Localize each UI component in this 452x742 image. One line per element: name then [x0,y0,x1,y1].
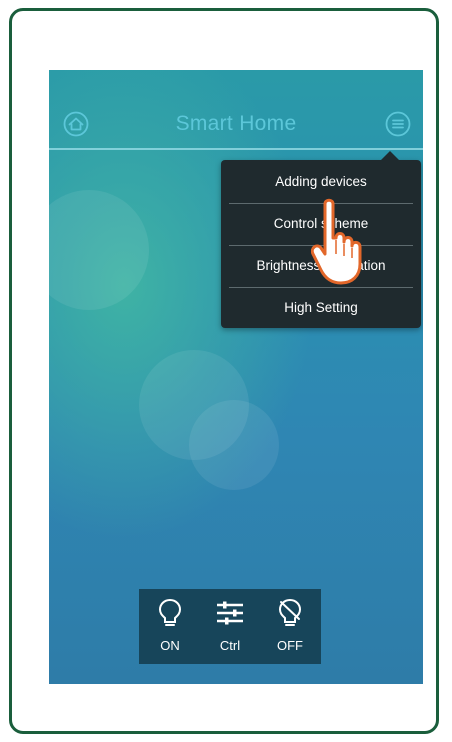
menu-icon[interactable] [385,111,411,137]
bottom-control-bar: ON Ctrl OFF [139,589,321,664]
pointing-hand-icon [311,198,362,285]
bokeh-light [49,190,149,310]
bokeh-light [189,400,279,490]
ctrl-label: Ctrl [219,638,241,653]
on-label: ON [160,638,180,653]
app-title: Smart Home [175,112,297,135]
menu-item-high-setting[interactable]: High Setting [229,288,413,328]
off-button[interactable]: OFF [260,589,320,664]
app-header: Smart Home [49,70,423,150]
ctrl-button[interactable]: Ctrl [200,589,260,664]
menu-item-adding-devices[interactable]: Adding devices [229,162,413,202]
bulb-on-icon [158,598,182,626]
off-label: OFF [277,638,303,653]
phone-screen: Smart Home Adding devices Control scheme… [49,70,423,684]
bulb-off-icon [278,598,302,626]
sliders-icon [217,601,243,625]
on-button[interactable]: ON [140,589,200,664]
